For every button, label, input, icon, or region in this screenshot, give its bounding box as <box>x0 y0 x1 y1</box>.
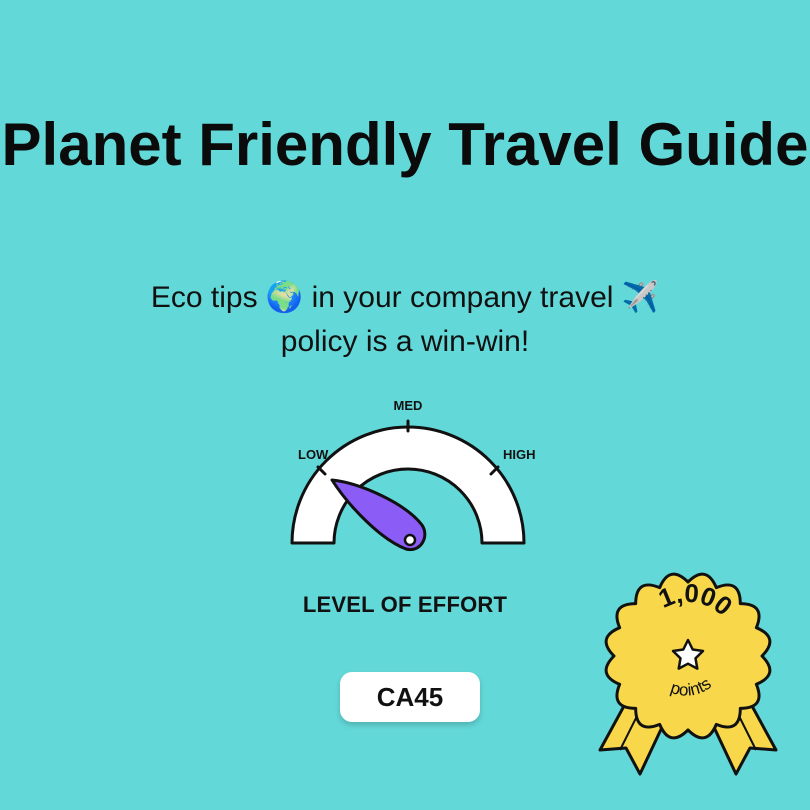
globe-icon: 🌍 <box>265 280 304 315</box>
subtitle-text-1: Eco tips <box>150 281 266 314</box>
gauge-label-high: HIGH <box>503 447 536 462</box>
gauge-needle-pivot <box>403 533 417 547</box>
page-title: Planet Friendly Travel Guide <box>1 111 809 178</box>
gauge-label-med: MED <box>394 398 423 413</box>
subtitle-text-2: in your company travel <box>303 281 622 314</box>
subtitle-text-3: policy is a win-win! <box>280 325 530 358</box>
code-badge: CA45 <box>340 672 480 722</box>
gauge-label-low: LOW <box>298 447 329 462</box>
poster: Planet Friendly Travel Guide Eco tips 🌍 … <box>0 0 810 810</box>
airplane-icon: ✈️ <box>621 280 660 315</box>
points-badge: 1,000 points <box>598 572 778 776</box>
subtitle: Eco tips 🌍 in your company travel ✈️ pol… <box>0 276 810 364</box>
effort-gauge: LOW MED HIGH <box>290 398 536 552</box>
